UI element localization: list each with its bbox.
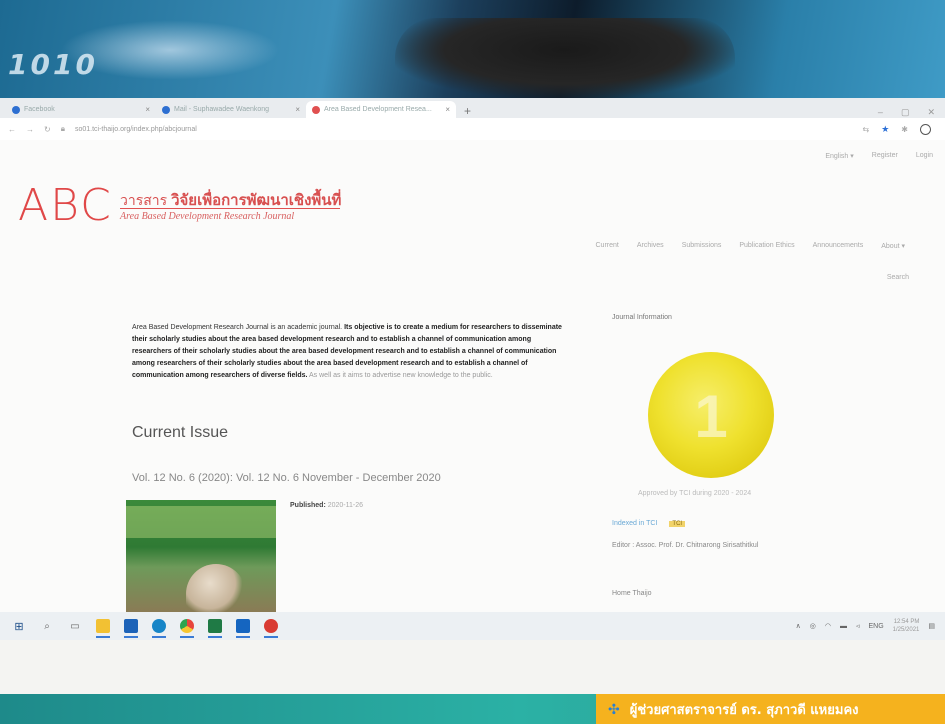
close-tab-icon[interactable]: × (145, 105, 150, 114)
sidebar: Journal Information 1 Approved by TCI du… (612, 314, 912, 597)
task-view-icon[interactable]: ▭ (68, 619, 82, 633)
language-indicator[interactable]: ENG (869, 623, 884, 630)
medal-number: 1 (694, 383, 728, 450)
top-banner-image: 1010 (0, 0, 945, 98)
close-tab-icon[interactable]: × (445, 105, 450, 114)
journal-favicon-icon (312, 105, 320, 114)
mail-app-icon[interactable] (124, 619, 138, 638)
web-page: English ▾ Register Login ABC วารสาร วิจั… (0, 140, 945, 612)
journal-name-prefix: วารสาร (120, 192, 168, 208)
tab-facebook[interactable]: Facebook × (6, 101, 156, 118)
nav-submissions[interactable]: Submissions (682, 242, 722, 250)
window-controls: – ▢ ✕ (878, 107, 945, 118)
extensions-icon[interactable]: ✱ (901, 125, 908, 134)
login-link[interactable]: Login (916, 152, 933, 160)
windows-start-icon[interactable]: ⊞ (12, 619, 26, 633)
search-link[interactable]: Search (887, 274, 909, 281)
nav-announcements[interactable]: Announcements (813, 242, 864, 250)
published-info: Published: 2020-11-26 (290, 502, 363, 509)
tab-label: Mail - Suphawadee Waenkong (174, 106, 270, 113)
presenter-name-plate: ✣ ผู้ช่วยศาสตราจารย์ ดร. สุภาวดี แหยมคง (596, 694, 945, 724)
system-tray: ∧ ◎ ◠ ▬ ◃ ENG 12:54 PM 1/25/2021 ▤ (796, 618, 945, 634)
tci-logo[interactable]: TCI (669, 520, 686, 527)
tab-mail[interactable]: Mail - Suphawadee Waenkong × (156, 101, 306, 118)
file-explorer-icon[interactable] (96, 619, 110, 638)
journal-name-main: วิจัยเพื่อการพัฒนาเชิงพื้นที่ (171, 192, 342, 209)
issue-cover-image[interactable] (126, 500, 276, 612)
facebook-icon (12, 105, 20, 114)
chrome-icon[interactable] (180, 619, 194, 638)
volume-icon[interactable]: ◃ (856, 622, 860, 630)
issue-title-link[interactable]: Vol. 12 No. 6 (2020): Vol. 12 No. 6 Nove… (132, 472, 441, 484)
main-nav: Current Archives Submissions Publication… (596, 242, 906, 250)
forward-icon[interactable]: → (26, 125, 34, 134)
clock-date: 1/25/2021 (892, 627, 920, 633)
tci-medal-badge[interactable]: 1 (648, 352, 774, 478)
current-issue-heading: Current Issue (132, 424, 229, 441)
wifi-icon[interactable]: ◠ (825, 622, 831, 630)
medal-caption: Approved by TCI during 2020 - 2024 (638, 490, 752, 497)
notifications-icon[interactable]: ▤ (928, 622, 935, 630)
home-thaijo-link[interactable]: Home Thaijo (612, 590, 652, 597)
mail-icon (162, 105, 170, 114)
close-tab-icon[interactable]: × (295, 105, 300, 114)
reload-icon[interactable]: ↻ (44, 125, 51, 134)
translate-icon[interactable]: ⇆ (863, 125, 870, 134)
indexed-row: Indexed in TCI TCI (612, 520, 686, 527)
indexed-link[interactable]: Indexed in TCI (612, 520, 657, 527)
windows-taskbar: ⊞ ⌕ ▭ ∧ ◎ ◠ ▬ ◃ ENG 12:54 PM 1/25/2021 ▤ (0, 612, 945, 640)
about-objective: Its objective is to create a medium for … (132, 324, 562, 379)
edge-icon[interactable] (152, 619, 166, 638)
nav-current[interactable]: Current (596, 242, 619, 250)
cover-photo (186, 564, 246, 612)
abc-logo[interactable]: ABC (18, 180, 113, 231)
nav-publication-ethics[interactable]: Publication Ethics (739, 242, 794, 250)
clock[interactable]: 12:54 PM 1/25/2021 (893, 618, 920, 634)
url-field[interactable]: so01.tci-thaijo.org/index.php/abcjournal (75, 126, 197, 133)
battery-icon[interactable]: ▬ (840, 623, 847, 630)
close-window-icon[interactable]: ✕ (927, 107, 935, 118)
sparkle-icon: ✣ (608, 700, 620, 717)
tray-chevron-icon[interactable]: ∧ (796, 622, 801, 630)
sidebar-title: Journal Information (612, 314, 672, 321)
tray-app-icon[interactable]: ◎ (810, 622, 816, 630)
journal-about-text: Area Based Development Research Journal … (132, 322, 572, 382)
published-date: 2020-11-26 (327, 502, 364, 509)
cover-header-band (126, 506, 276, 538)
language-menu[interactable]: English ▾ (825, 152, 853, 160)
nav-archives[interactable]: Archives (637, 242, 664, 250)
banner-dark-shape (395, 18, 735, 98)
profile-icon[interactable] (920, 123, 931, 135)
user-links: English ▾ Register Login (825, 152, 933, 160)
tab-abc-journal[interactable]: Area Based Development Resea... × (306, 101, 456, 118)
clock-time: 12:54 PM (893, 619, 920, 625)
journal-name-english: Area Based Development Research Journal (120, 211, 295, 222)
toolbar-icons: ⇆ ★ ✱ (863, 123, 945, 135)
journal-name-divider (120, 208, 340, 209)
search-icon[interactable]: ⌕ (40, 619, 54, 633)
browser-tab-bar: Facebook × Mail - Suphawadee Waenkong × … (0, 98, 945, 118)
excel-icon[interactable] (208, 619, 222, 638)
banner-digits: 1010 (8, 48, 98, 81)
about-tail: As well as it aims to advertise new know… (309, 372, 493, 379)
presenter-name: ผู้ช่วยศาสตราจารย์ ดร. สุภาวดี แหยมคง (629, 702, 859, 718)
tab-label: Facebook (24, 106, 55, 113)
maximize-icon[interactable]: ▢ (901, 107, 910, 118)
bookmark-star-icon[interactable]: ★ (881, 124, 889, 135)
published-label: Published: (290, 502, 326, 509)
outlook-icon[interactable] (236, 619, 250, 638)
register-link[interactable]: Register (872, 152, 898, 160)
pdf-reader-icon[interactable] (264, 619, 278, 638)
back-icon[interactable]: ← (8, 125, 16, 134)
lock-icon: 🔒︎ (60, 124, 65, 133)
about-intro: Area Based Development Research Journal … (132, 324, 343, 331)
minimize-icon[interactable]: – (878, 107, 883, 118)
tab-label: Area Based Development Resea... (324, 106, 432, 113)
new-tab-button[interactable]: + (456, 104, 479, 118)
address-bar: ← → ↻ 🔒︎ so01.tci-thaijo.org/index.php/a… (0, 118, 945, 140)
nav-about[interactable]: About ▾ (881, 242, 905, 250)
editor-info: Editor : Assoc. Prof. Dr. Chitnarong Sir… (612, 542, 759, 549)
